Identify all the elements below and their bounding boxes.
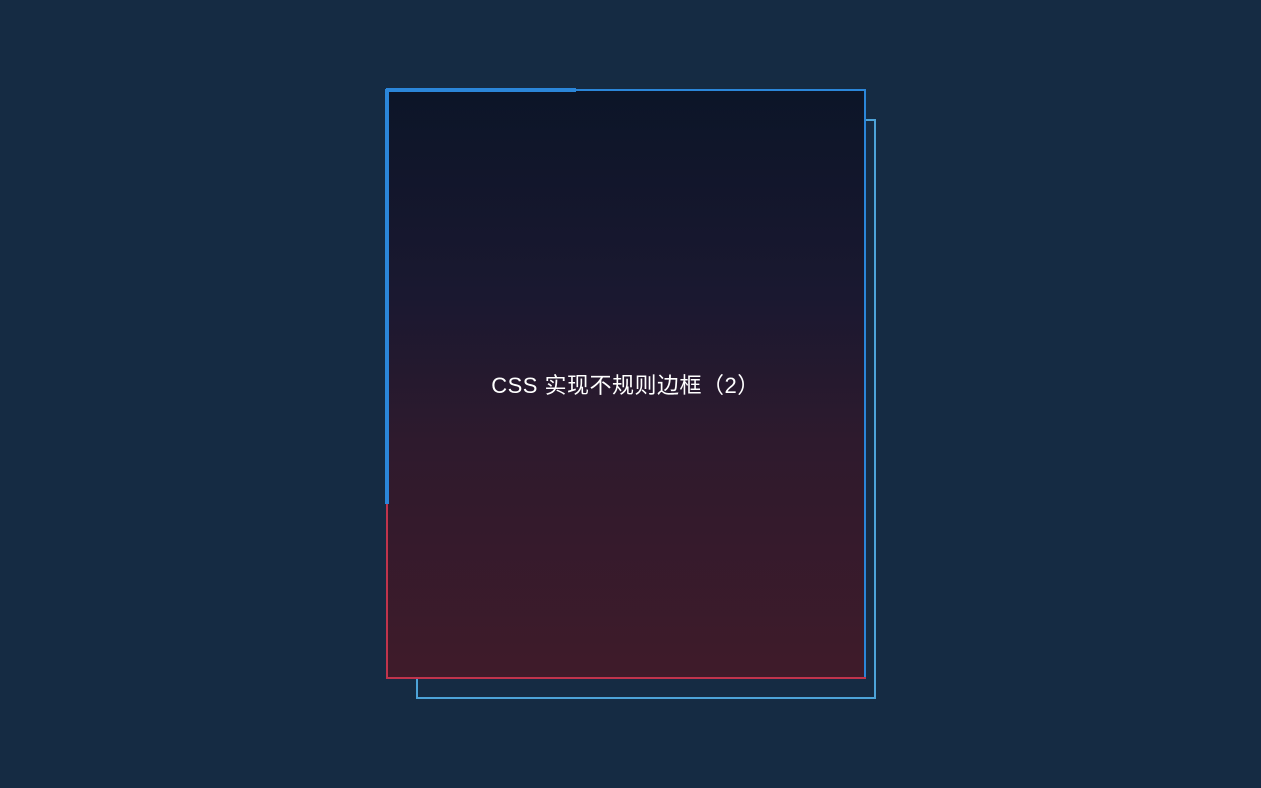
border-top-accent [386,88,576,92]
border-bottom [386,677,866,679]
front-card: CSS 实现不规则边框（2） [386,89,866,679]
border-left-red [386,504,388,679]
border-right [864,89,866,679]
border-left-blue [385,89,389,504]
card-container: CSS 实现不规则边框（2） [386,89,876,699]
card-title: CSS 实现不规则边框（2） [491,368,760,400]
